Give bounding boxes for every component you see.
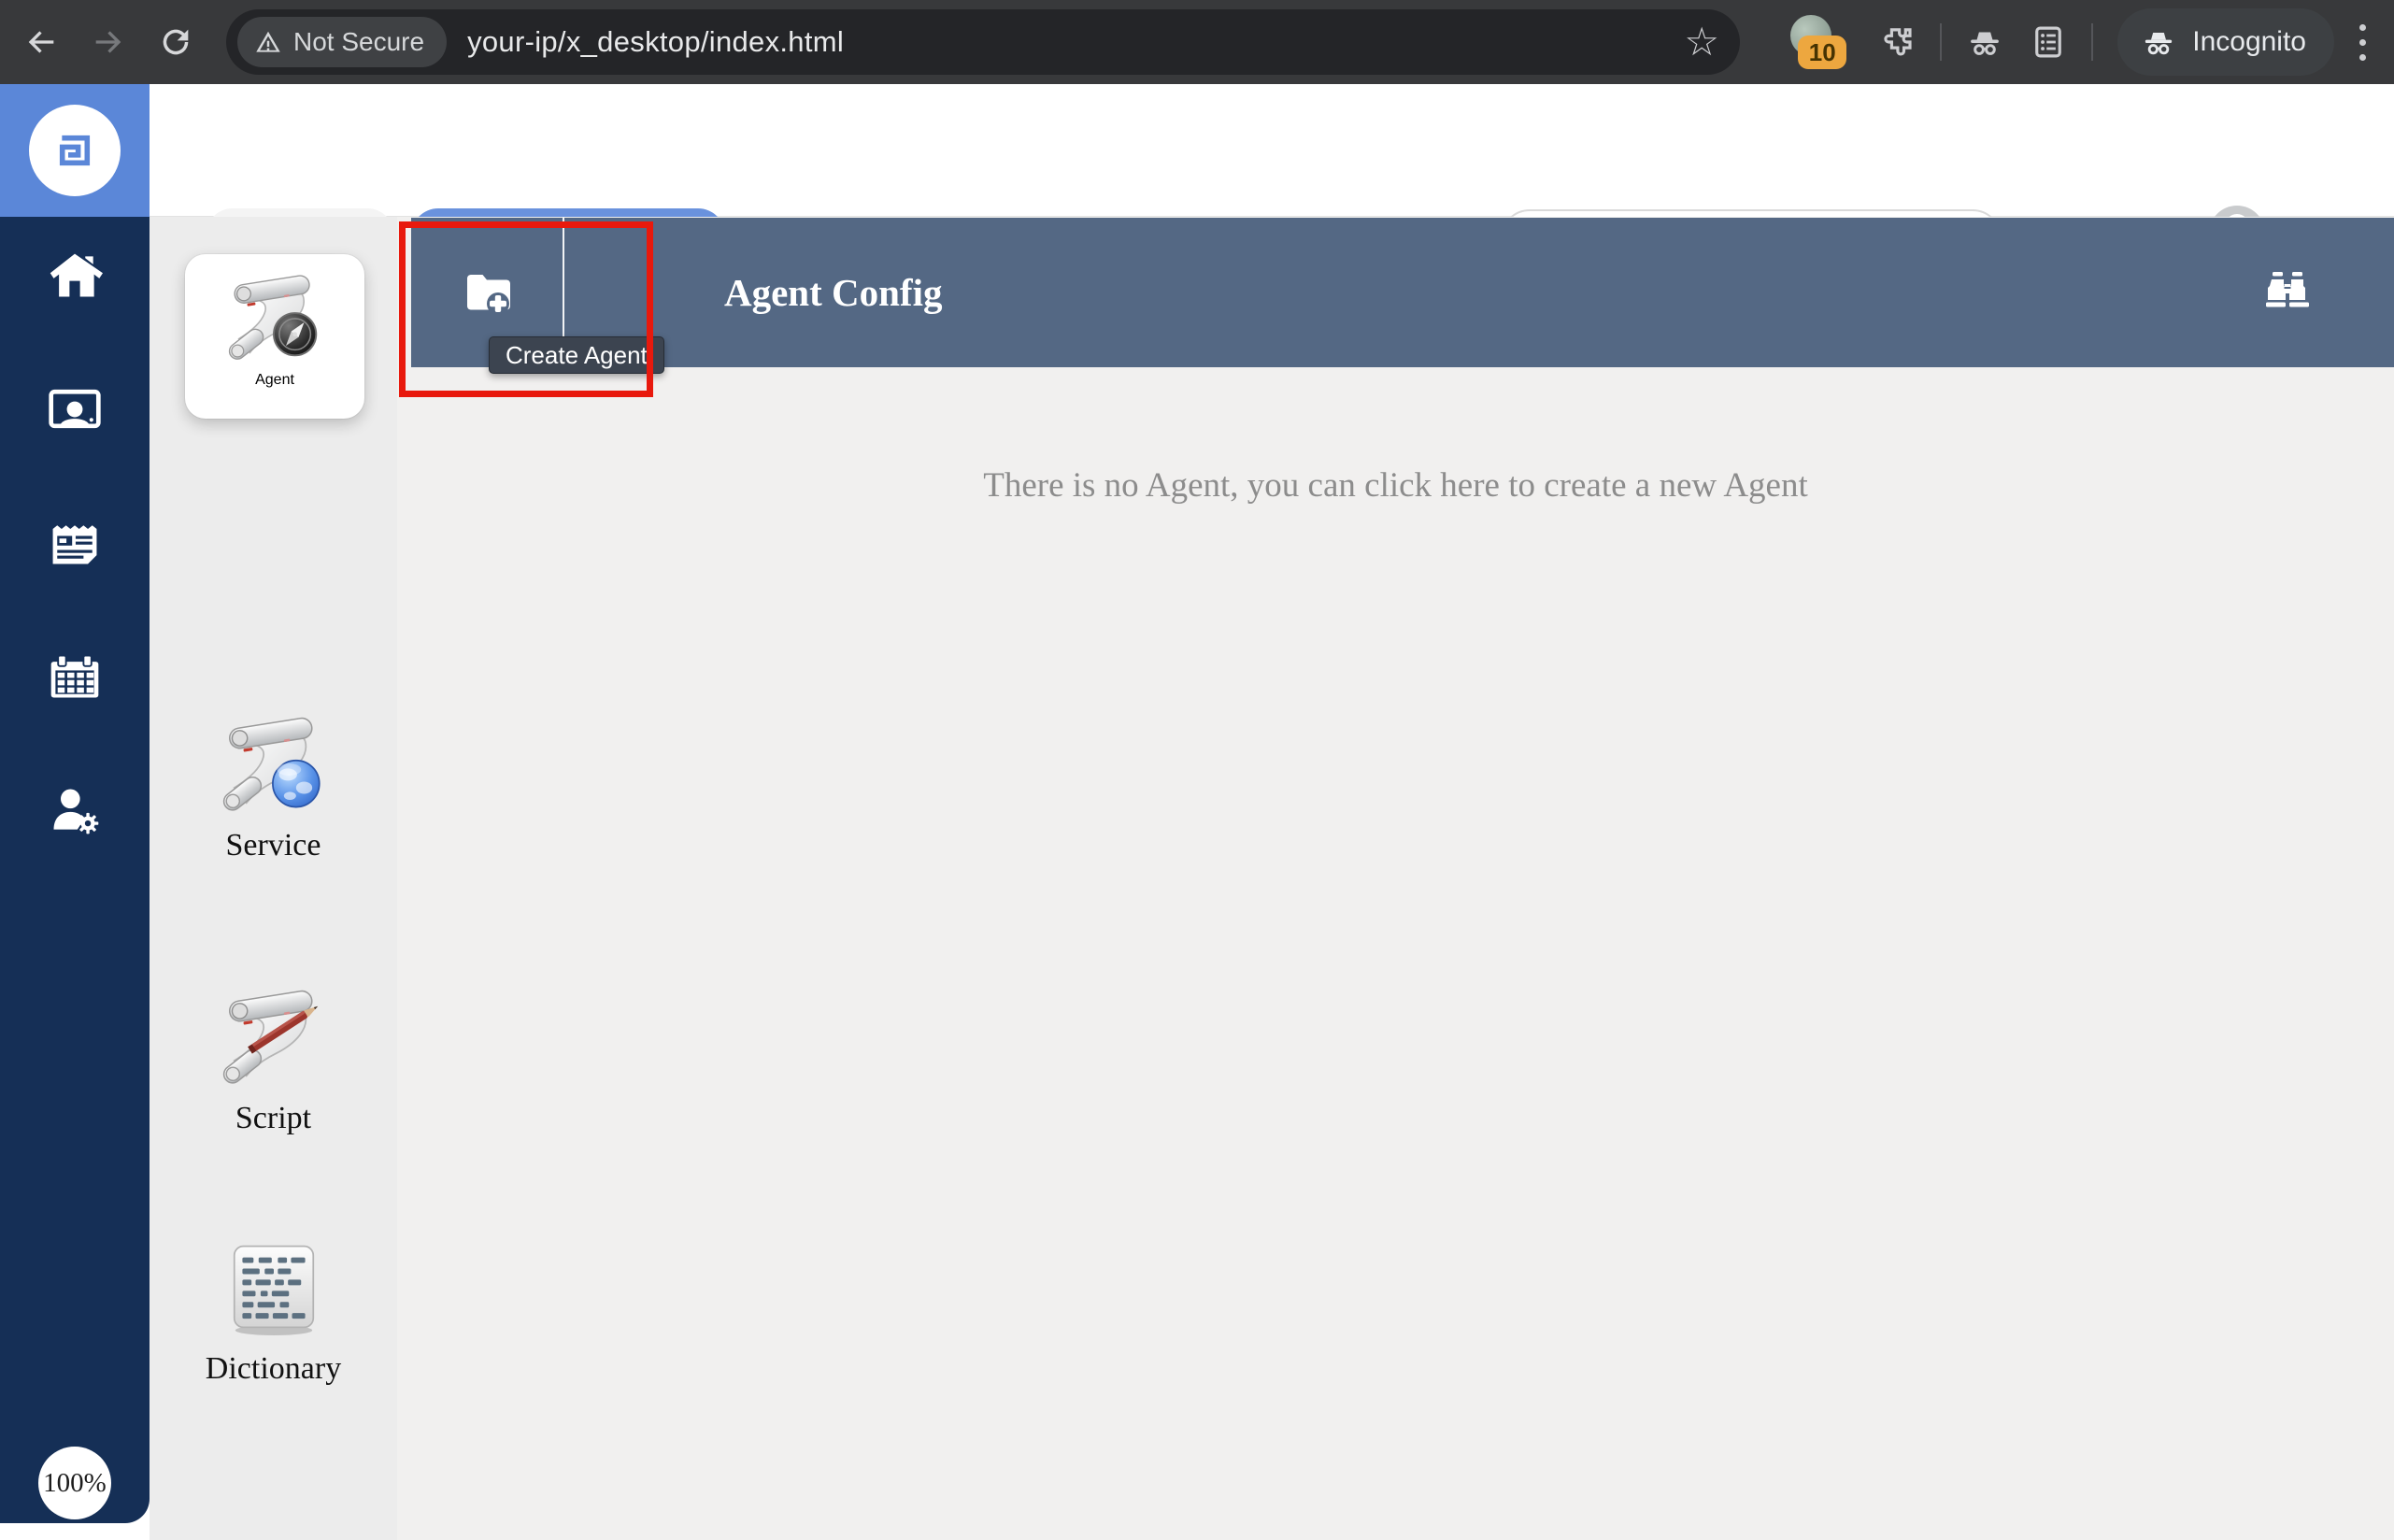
app-logo[interactable] — [0, 84, 150, 217]
panel-item-agent-label: Agent — [255, 372, 294, 389]
newspaper-icon — [47, 515, 103, 571]
app-header: Homepage Service Platform ✕ — [0, 84, 2394, 217]
sidebar-item-user-settings[interactable] — [47, 782, 103, 838]
panel-item-script-label: Script — [235, 1101, 311, 1136]
main-sidebar: 100% — [0, 217, 150, 1523]
create-agent-tooltip: Create Agent — [489, 336, 664, 374]
bookmark-star-icon[interactable]: ☆ — [1684, 22, 1719, 62]
find-binoculars-icon[interactable] — [2263, 268, 2312, 317]
create-agent-button[interactable] — [464, 268, 513, 317]
dictionary-icon — [213, 1226, 335, 1348]
home-icon — [47, 248, 103, 304]
user-monitor-icon — [47, 381, 103, 437]
warning-triangle-icon — [254, 28, 282, 56]
sidebar-item-home[interactable] — [47, 248, 103, 304]
browser-toolbar-right: 10 — [1785, 0, 2394, 84]
panel-item-dictionary[interactable]: Dictionary — [150, 1226, 397, 1387]
not-secure-label: Not Secure — [293, 27, 424, 57]
reload-icon — [157, 23, 194, 61]
sidebar-item-users[interactable] — [47, 381, 103, 437]
panel-item-agent[interactable]: Agent — [185, 254, 364, 419]
script-scroll-icon — [213, 976, 335, 1097]
zoom-level-label: 100% — [43, 1468, 107, 1499]
browser-menu-button[interactable] — [2344, 16, 2381, 68]
toolbar-separator — [2091, 23, 2093, 61]
extension-count-badge: 10 — [1798, 36, 1846, 69]
content-area: Agent Config There is no Agent, you can … — [397, 217, 2394, 1540]
browser-reload-button[interactable] — [150, 16, 202, 68]
panel-item-dictionary-label: Dictionary — [206, 1351, 341, 1387]
zoom-level-button[interactable]: 100% — [38, 1447, 111, 1519]
extension-button[interactable]: 10 — [1785, 9, 1841, 75]
empty-state-message[interactable]: There is no Agent, you can click here to… — [397, 465, 2394, 506]
panel-item-service[interactable]: Service — [150, 703, 397, 863]
agent-scroll-icon — [220, 262, 330, 372]
panel-item-script[interactable]: Script — [150, 976, 397, 1136]
browser-chrome: Not Secure your-ip/x_desktop/index.html … — [0, 0, 2394, 84]
browser-forward-button[interactable] — [82, 16, 135, 68]
sidebar-item-news[interactable] — [47, 515, 103, 571]
module-panel: Agent Service — [150, 217, 397, 1540]
panel-item-service-label: Service — [226, 828, 321, 863]
calendar-icon — [47, 649, 103, 705]
address-bar[interactable]: Not Secure your-ip/x_desktop/index.html … — [226, 9, 1740, 75]
sidebar-item-calendar[interactable] — [47, 649, 103, 705]
incognito-hat-icon — [2140, 23, 2177, 61]
incognito-user-icon[interactable] — [1965, 22, 2004, 62]
incognito-profile-badge[interactable]: Incognito — [2117, 8, 2334, 76]
page-title: Agent Config — [724, 218, 942, 367]
service-scroll-icon — [213, 703, 335, 824]
extensions-puzzle-icon[interactable] — [1877, 22, 1917, 62]
not-secure-badge[interactable]: Not Secure — [237, 17, 447, 67]
back-arrow-icon — [22, 23, 60, 61]
forward-arrow-icon — [90, 23, 127, 61]
agent-toolbar: Agent Config — [411, 218, 2394, 367]
user-gear-icon — [47, 782, 103, 838]
toolbar-separator — [1940, 23, 1942, 61]
reading-list-icon[interactable] — [2029, 22, 2068, 62]
app-logo-icon — [29, 105, 121, 196]
browser-back-button[interactable] — [15, 16, 67, 68]
incognito-label: Incognito — [2192, 26, 2306, 58]
screen: Not Secure your-ip/x_desktop/index.html … — [0, 0, 2394, 1540]
url-text[interactable]: your-ip/x_desktop/index.html — [467, 25, 844, 59]
